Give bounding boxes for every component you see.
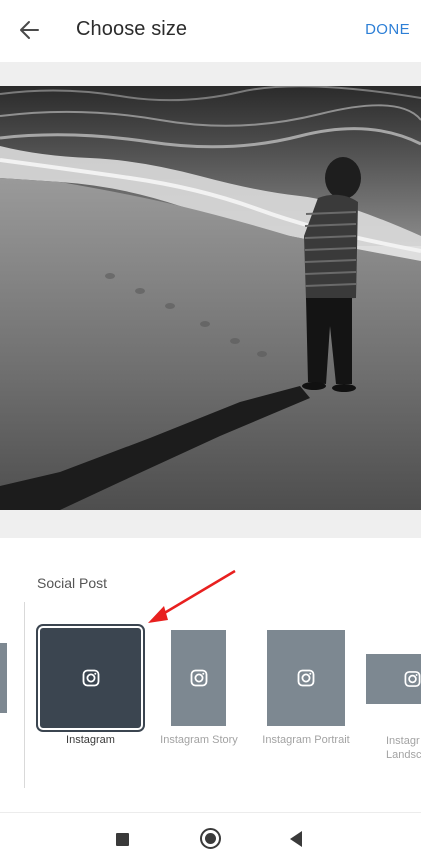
- system-navigation-bar: [0, 812, 421, 856]
- instagram-thumbnail[interactable]: [38, 626, 143, 730]
- home-dot: [205, 833, 216, 844]
- preview-area: [0, 62, 421, 538]
- instagram-landscape-thumbnail[interactable]: [366, 654, 421, 704]
- instagram-icon: [190, 669, 207, 687]
- divider: [24, 602, 25, 788]
- square-icon[interactable]: [116, 833, 129, 846]
- triangle-back-icon[interactable]: [290, 831, 302, 847]
- instagram-icon: [82, 669, 99, 687]
- instagram-story-thumbnail[interactable]: [171, 630, 226, 726]
- previous-option-thumbnail[interactable]: [0, 643, 7, 713]
- done-button[interactable]: DONE: [365, 21, 410, 38]
- top-app-bar: Choose size DONE: [0, 0, 421, 62]
- preview-image[interactable]: [0, 86, 421, 510]
- arrow-left-icon: [20, 21, 39, 39]
- back-button[interactable]: [14, 15, 44, 45]
- instagram-icon: [297, 669, 315, 687]
- instagram-icon: [404, 671, 421, 687]
- size-option-label: Instagram Story: [160, 734, 238, 746]
- size-option-label: Instagram: [66, 734, 115, 746]
- instagram-portrait-thumbnail[interactable]: [267, 630, 345, 726]
- annotation-arrow: [148, 569, 236, 623]
- circle-icon[interactable]: [200, 828, 221, 849]
- section-label: Social Post: [37, 575, 108, 591]
- size-option-label: Instagr Landsc: [386, 735, 421, 761]
- page-title: Choose size: [76, 18, 188, 40]
- size-option-label: Instagram Portrait: [262, 734, 350, 746]
